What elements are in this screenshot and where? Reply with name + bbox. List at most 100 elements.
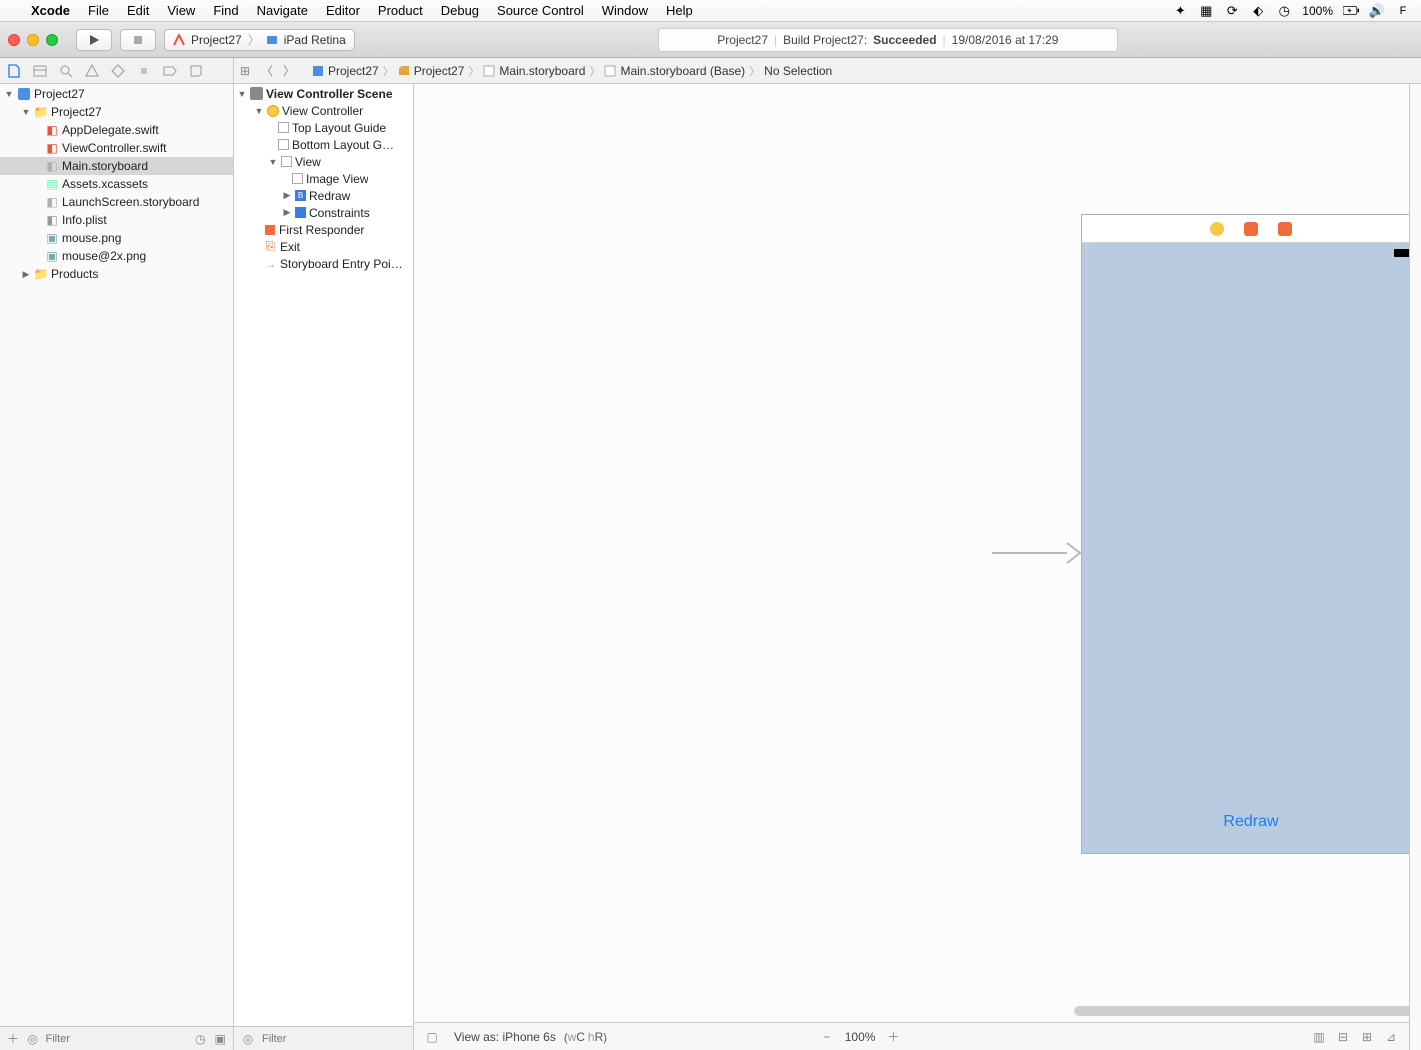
menu-edit[interactable]: Edit: [118, 3, 158, 18]
battery-icon[interactable]: [1343, 3, 1359, 19]
menu-product[interactable]: Product: [369, 3, 432, 18]
pin-icon[interactable]: ⊞: [1359, 1029, 1375, 1045]
zoom-window-button[interactable]: [46, 34, 58, 46]
products-group[interactable]: ▶📁Products: [0, 265, 233, 283]
file-viewcontroller[interactable]: ◧ViewController.swift: [0, 139, 233, 157]
project-group[interactable]: ▼ 📁 Project27: [0, 103, 233, 121]
firstresponder-dock-icon[interactable]: [1244, 222, 1258, 236]
volume-icon[interactable]: 🔊: [1369, 3, 1385, 19]
outline-bottomguide[interactable]: Bottom Layout G…: [234, 136, 413, 153]
report-navigator-icon[interactable]: [188, 63, 204, 79]
stop-button[interactable]: [120, 29, 156, 51]
project-tree[interactable]: ▼ Project27 ▼ 📁 Project27 ◧AppDelegate.s…: [0, 84, 233, 1026]
file-mouse2x[interactable]: ▣mouse@2x.png: [0, 247, 233, 265]
outline-exit[interactable]: ⎘Exit: [234, 238, 413, 255]
disclosure-triangle-icon[interactable]: ▼: [237, 89, 247, 99]
view-as-control[interactable]: View as: iPhone 6s (wC hR): [454, 1030, 607, 1044]
viewcontroller-dock-icon[interactable]: [1210, 222, 1224, 236]
outline-vc[interactable]: ▼View Controller: [234, 102, 413, 119]
menu-debug[interactable]: Debug: [432, 3, 488, 18]
menu-find[interactable]: Find: [204, 3, 247, 18]
disclosure-triangle-icon[interactable]: ▼: [21, 107, 31, 117]
view-controller-scene-canvas[interactable]: Redraw: [1081, 214, 1409, 854]
outline-filter-input[interactable]: [262, 1033, 407, 1045]
zoom-out-icon[interactable]: −: [819, 1029, 835, 1045]
file-mousepng[interactable]: ▣mouse.png: [0, 229, 233, 247]
project-navigator-icon[interactable]: [6, 63, 22, 79]
sync-icon[interactable]: ⟳: [1224, 3, 1240, 19]
clock-icon[interactable]: ◷: [1276, 3, 1292, 19]
app-menu[interactable]: Xcode: [22, 3, 79, 18]
test-navigator-icon[interactable]: [110, 63, 126, 79]
disclosure-triangle-icon[interactable]: ▶: [282, 207, 292, 218]
filter-icon[interactable]: ◎: [26, 1031, 40, 1047]
outline-constraints[interactable]: ▶Constraints: [234, 204, 413, 221]
menu-view[interactable]: View: [158, 3, 204, 18]
redraw-button[interactable]: Redraw: [1082, 813, 1409, 831]
navigator-filter-input[interactable]: [46, 1033, 188, 1045]
outline-redraw[interactable]: ▶BRedraw: [234, 187, 413, 204]
menu-window[interactable]: Window: [593, 3, 657, 18]
jump-item-2[interactable]: Main.storyboard: [499, 64, 585, 78]
related-items-icon[interactable]: ⊞: [234, 62, 256, 80]
horizontal-scrollbar[interactable]: [1074, 1006, 1409, 1016]
forward-button[interactable]: 〉: [278, 62, 300, 80]
menu-editor[interactable]: Editor: [317, 3, 369, 18]
jump-bar[interactable]: Project27 〉 Project27 〉 Main.storyboard …: [306, 63, 838, 79]
menu-navigate[interactable]: Navigate: [248, 3, 317, 18]
file-appdelegate[interactable]: ◧AppDelegate.swift: [0, 121, 233, 139]
recent-icon[interactable]: ◷: [194, 1031, 208, 1047]
exit-dock-icon[interactable]: [1278, 222, 1292, 236]
disclosure-triangle-icon[interactable]: ▶: [282, 190, 292, 201]
outline-topguide[interactable]: Top Layout Guide: [234, 119, 413, 136]
breakpoint-navigator-icon[interactable]: [162, 63, 178, 79]
file-launchscreen[interactable]: ◧LaunchScreen.storyboard: [0, 193, 233, 211]
root-view[interactable]: Redraw: [1082, 243, 1409, 853]
embed-in-stack-icon[interactable]: ▥: [1311, 1029, 1327, 1045]
back-button[interactable]: 〈: [256, 62, 278, 80]
align-icon[interactable]: ⊟: [1335, 1029, 1351, 1045]
disclosure-triangle-icon[interactable]: ▼: [4, 89, 14, 99]
resolve-issues-icon[interactable]: ⊿: [1383, 1029, 1399, 1045]
debug-navigator-icon[interactable]: ≡: [136, 63, 152, 79]
jump-item-4[interactable]: No Selection: [764, 64, 832, 78]
storyboard-entry-arrow[interactable]: [992, 538, 1082, 571]
file-assets[interactable]: ▤Assets.xcassets: [0, 175, 233, 193]
scheme-selector[interactable]: Project27 〉 iPad Retina: [164, 29, 355, 51]
outline-view[interactable]: ▼View: [234, 153, 413, 170]
close-window-button[interactable]: [8, 34, 20, 46]
jump-item-0[interactable]: Project27: [328, 64, 379, 78]
file-infoplist[interactable]: ◧Info.plist: [0, 211, 233, 229]
outline-firstresponder[interactable]: First Responder: [234, 221, 413, 238]
canvas[interactable]: Redraw: [414, 84, 1409, 1022]
dropbox-icon[interactable]: ⬖: [1250, 3, 1266, 19]
user-icon[interactable]: F: [1395, 3, 1411, 19]
jump-item-3[interactable]: Main.storyboard (Base): [620, 64, 745, 78]
file-mainstoryboard[interactable]: ◧Main.storyboard: [0, 157, 233, 175]
utilities-edge[interactable]: [1409, 84, 1421, 1050]
disclosure-triangle-icon[interactable]: ▼: [268, 157, 278, 167]
zoom-in-icon[interactable]: ＋: [885, 1029, 901, 1045]
evernote-icon[interactable]: ✦: [1172, 3, 1188, 19]
outline-tree[interactable]: ▼View Controller Scene ▼View Controller …: [234, 84, 413, 1026]
issue-navigator-icon[interactable]: [84, 63, 100, 79]
run-button[interactable]: [76, 29, 112, 51]
jump-item-1[interactable]: Project27: [414, 64, 465, 78]
scene-dock[interactable]: [1082, 215, 1409, 243]
menu-help[interactable]: Help: [657, 3, 702, 18]
outline-imageview[interactable]: Image View: [234, 170, 413, 187]
find-navigator-icon[interactable]: [58, 63, 74, 79]
disclosure-triangle-icon[interactable]: ▶: [21, 269, 31, 280]
project-root[interactable]: ▼ Project27: [0, 85, 233, 103]
symbol-navigator-icon[interactable]: [32, 63, 48, 79]
menu-source-control[interactable]: Source Control: [488, 3, 593, 18]
status-icon[interactable]: ▦: [1198, 3, 1214, 19]
add-icon[interactable]: ＋: [6, 1031, 20, 1047]
toggle-outline-icon[interactable]: ▢: [424, 1029, 440, 1045]
outline-entrypoint[interactable]: →Storyboard Entry Poi…: [234, 255, 413, 272]
scm-icon[interactable]: ▣: [213, 1031, 227, 1047]
minimize-window-button[interactable]: [27, 34, 39, 46]
menu-file[interactable]: File: [79, 3, 118, 18]
outline-scene[interactable]: ▼View Controller Scene: [234, 85, 413, 102]
disclosure-triangle-icon[interactable]: ▼: [254, 106, 264, 116]
